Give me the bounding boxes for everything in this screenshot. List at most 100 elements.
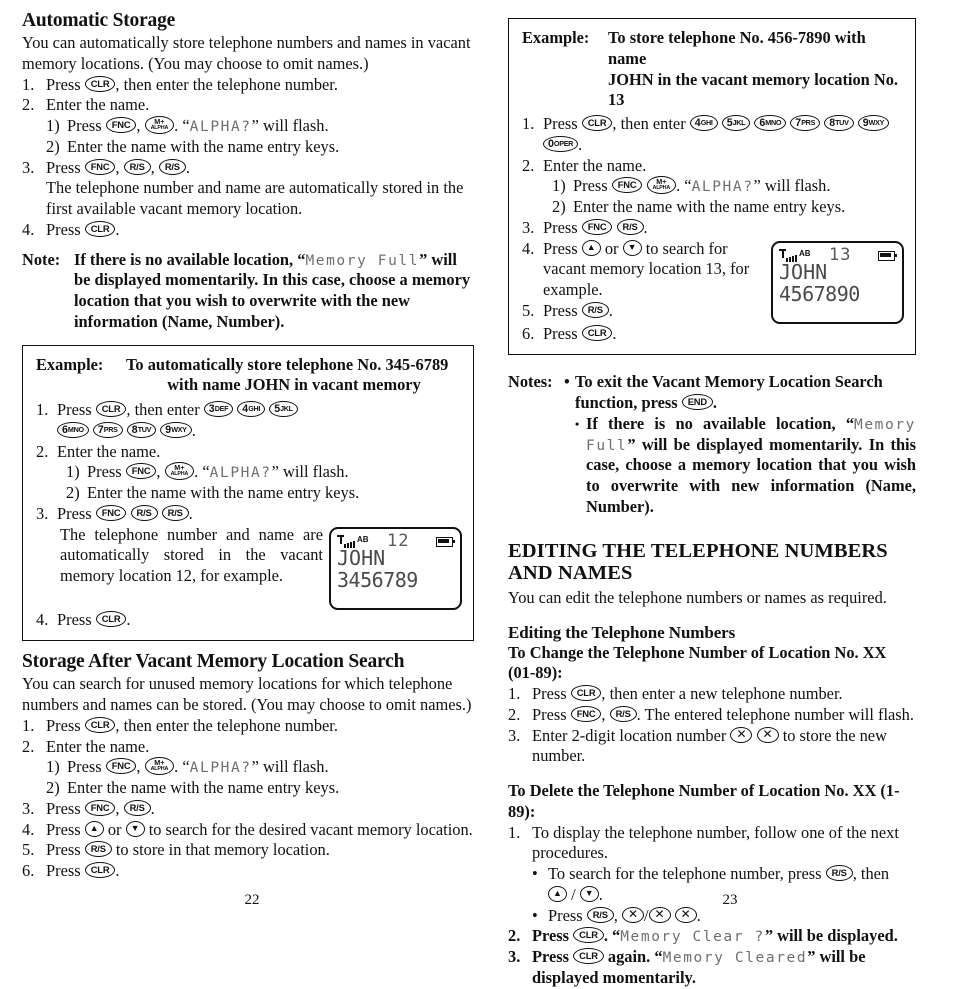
key-rs[interactable]: R/S: [84, 841, 112, 858]
key-rs[interactable]: R/S: [825, 865, 853, 881]
key-3-def[interactable]: 3DEF: [203, 401, 234, 417]
note-label: Note:: [22, 249, 61, 269]
key-m-plus-alpha[interactable]: M+ ALPHA: [144, 116, 175, 134]
list-item: 2) Enter the name with the name entry ke…: [552, 197, 904, 218]
key-clr[interactable]: CLR: [84, 716, 116, 733]
list-marker: 5.: [522, 300, 535, 320]
key-fnc[interactable]: FNC: [105, 117, 137, 133]
list-marker: 3.: [22, 157, 35, 177]
key-down-arrow[interactable]: ▼: [622, 239, 642, 256]
step-text: Enter the name with the name entry keys.: [67, 778, 340, 797]
list-marker: 1.: [508, 822, 521, 842]
key-5-jkl[interactable]: 5JKL: [721, 115, 751, 131]
key-4-ghi[interactable]: 4GHI: [237, 401, 266, 417]
list-item: 3. Enter 2-digit location number ✕ ✕ to …: [508, 725, 887, 766]
key-fnc[interactable]: FNC: [84, 799, 116, 816]
key-m-plus-alpha[interactable]: M+ ALPHA: [164, 462, 195, 481]
list-item: 2. Press CLR. “Memory Clear ?” will be d…: [508, 926, 898, 946]
key-digit-placeholder[interactable]: ✕: [730, 726, 753, 743]
list-marker: 2.: [508, 704, 521, 724]
screen-status-bar: AB 13: [779, 245, 897, 265]
key-clr[interactable]: CLR: [570, 685, 602, 701]
key-fnc[interactable]: FNC: [84, 158, 116, 175]
list-item: 6. Press CLR.: [522, 323, 617, 343]
key-rs[interactable]: R/S: [123, 158, 151, 175]
list-marker: 2): [46, 136, 60, 156]
key-rs[interactable]: R/S: [130, 504, 158, 521]
key-rs[interactable]: R/S: [609, 705, 637, 722]
step-text: Enter 2-digit location number: [532, 725, 727, 745]
key-fnc[interactable]: FNC: [95, 504, 127, 521]
list-item: • To exit the Vacant Memory Location Sea…: [564, 372, 883, 412]
step-text-post: , then enter the telephone number.: [115, 74, 338, 94]
key-fnc[interactable]: FNC: [570, 705, 602, 722]
key-clr[interactable]: CLR: [95, 610, 127, 627]
key-8-tuv[interactable]: 8TUV: [126, 421, 157, 438]
key-9-wxy[interactable]: 9WXY: [857, 115, 890, 131]
section-title-storage-after-search: Storage After Vacant Memory Location Sea…: [22, 651, 405, 673]
key-fnc[interactable]: FNC: [125, 463, 157, 480]
key-clr[interactable]: CLR: [573, 948, 604, 964]
list-marker: 1.: [508, 684, 521, 703]
note-text: If there is no available location, “: [586, 413, 855, 433]
key-6-mno[interactable]: 6MNO: [754, 115, 787, 131]
example-header: Example: To store telephone No. 456-7890…: [522, 28, 904, 111]
list-item: 1. To display the telephone number, foll…: [508, 823, 916, 865]
key-8-tuv[interactable]: 8TUV: [824, 115, 854, 131]
key-end[interactable]: END: [681, 394, 713, 410]
bullet-marker: •: [532, 864, 538, 883]
list-marker: 1.: [522, 114, 535, 133]
key-9-wxy[interactable]: 9WXY: [160, 421, 192, 438]
list-item: 1) Press FNC, M+ ALPHA. “ALPHA?” will fla…: [66, 462, 349, 482]
delete-number-title: To Delete the Telephone Number of Locati…: [508, 781, 900, 821]
list-item: 2. Press FNC, R/S. The entered telephone…: [508, 704, 914, 724]
screen-status-ab: AB: [357, 534, 369, 544]
key-up-arrow[interactable]: ▲: [84, 820, 104, 837]
section-title-automatic-storage: Automatic Storage: [22, 10, 176, 31]
key-clr[interactable]: CLR: [95, 401, 127, 417]
list-item: 1. Press CLR, then enter the telephone n…: [22, 715, 338, 735]
list-item: 4. Press ▲ or ▼ to search for the desire…: [22, 819, 473, 839]
key-rs[interactable]: R/S: [158, 158, 186, 175]
key-down-arrow[interactable]: ▼: [125, 820, 145, 837]
key-6-mno[interactable]: 6MNO: [57, 421, 89, 438]
key-rs[interactable]: R/S: [123, 799, 151, 816]
key-clr[interactable]: CLR: [84, 75, 116, 92]
key-clr[interactable]: CLR: [84, 220, 116, 237]
list-marker: 1): [46, 757, 60, 777]
key-4-ghi[interactable]: 4GHI: [689, 115, 718, 131]
list-item: 2. Enter the name.: [22, 737, 474, 758]
list-marker: 2.: [508, 926, 521, 946]
list-marker: 3.: [508, 947, 521, 966]
key-digit-placeholder[interactable]: ✕: [756, 726, 779, 743]
key-clr[interactable]: CLR: [581, 324, 613, 341]
step-text: Press: [543, 114, 578, 133]
example-title: To automatically store telephone No. 345…: [126, 354, 449, 395]
key-fnc[interactable]: FNC: [611, 177, 643, 194]
key-m-plus-alpha[interactable]: M+ ALPHA: [144, 757, 175, 776]
key-clr[interactable]: CLR: [573, 927, 604, 944]
key-rs[interactable]: R/S: [581, 301, 609, 318]
list-item: 1) Press FNC, M+ ALPHA. “ALPHA?” will fla…: [46, 757, 329, 777]
key-fnc[interactable]: FNC: [105, 758, 137, 775]
list-item: 3. Press FNC R/S.: [522, 217, 648, 237]
key-5-jkl[interactable]: 5JKL: [269, 401, 298, 417]
subsection-title-editing-numbers: Editing the Telephone Numbers: [508, 622, 736, 642]
key-7-prs[interactable]: 7PRS: [92, 421, 123, 438]
key-clr[interactable]: CLR: [84, 862, 116, 878]
key-up-arrow[interactable]: ▲: [581, 239, 601, 256]
key-clr[interactable]: CLR: [581, 115, 613, 131]
key-m-plus-alpha[interactable]: M+ ALPHA: [646, 176, 677, 195]
key-0-oper[interactable]: 0OPER: [543, 135, 579, 152]
manual-spread: Automatic Storage You can automatically …: [0, 0, 954, 987]
example-title: To store telephone No. 456-7890 with nam…: [608, 28, 898, 110]
screen-number: 3456789: [337, 567, 418, 592]
step-text: Press: [57, 503, 92, 523]
step-continuation: The telephone number and name are automa…: [46, 178, 464, 218]
key-fnc[interactable]: FNC: [581, 218, 613, 235]
key-7-prs[interactable]: 7PRS: [790, 115, 821, 131]
list-item: 2. Enter the name.: [522, 156, 904, 177]
step-text: Press: [67, 116, 102, 135]
key-rs[interactable]: R/S: [616, 218, 644, 235]
key-rs[interactable]: R/S: [161, 504, 189, 521]
